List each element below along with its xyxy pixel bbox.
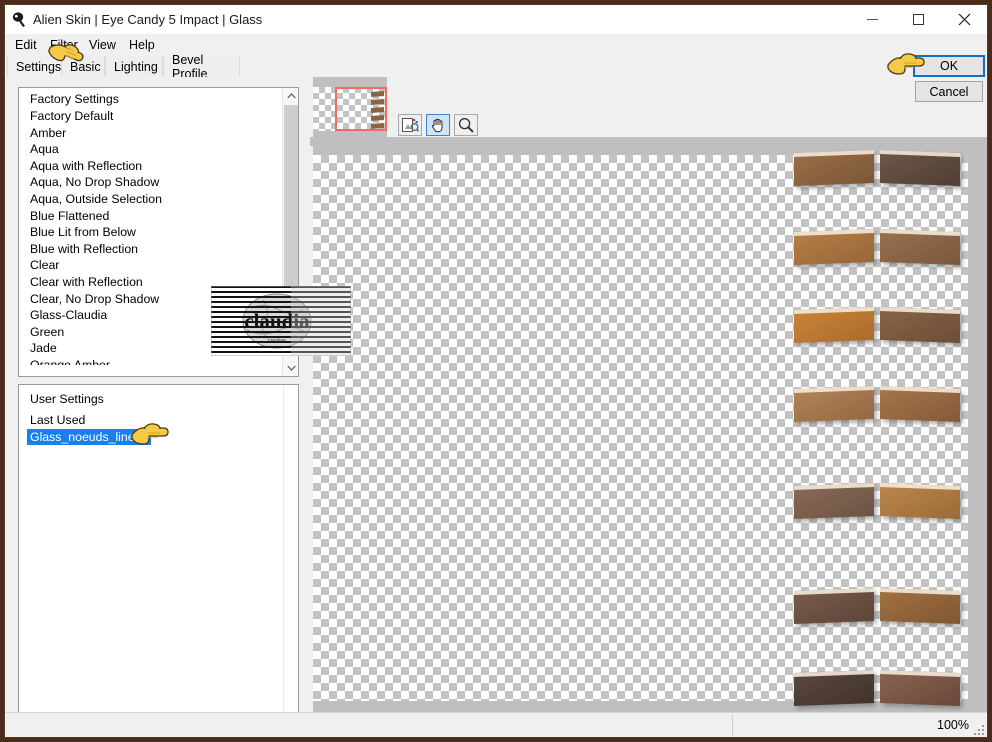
preview-toggle-icon[interactable]	[398, 114, 422, 136]
list-item[interactable]: Blue Flattened	[19, 208, 282, 225]
navigator-thumbnail[interactable]	[313, 77, 387, 139]
preview-panel: Preview Background: None	[310, 77, 987, 717]
tab-bevel-profile[interactable]: Bevel Profile	[163, 53, 240, 81]
list-item[interactable]: Aqua	[19, 141, 282, 158]
list-item[interactable]: Amber	[19, 125, 282, 142]
watermark: claudia creative	[211, 286, 351, 356]
status-bar: 100%	[5, 712, 987, 737]
ok-button[interactable]: OK	[913, 55, 985, 77]
list-header: Factory Settings	[30, 92, 119, 106]
maximize-button[interactable]	[895, 5, 941, 34]
status-separator	[732, 715, 733, 736]
thumbnail-viewport-marker[interactable]	[335, 87, 387, 131]
close-icon[interactable]	[941, 5, 987, 34]
hand-tool-icon[interactable]	[426, 114, 450, 136]
list-item[interactable]: Blue Lit from Below	[19, 224, 282, 241]
zoom-level: 100%	[937, 718, 969, 732]
list-item[interactable]: Orange Amber	[19, 357, 282, 365]
scrollbar-thumb[interactable]	[284, 105, 298, 297]
minimize-button[interactable]	[849, 5, 895, 34]
window-title: Alien Skin | Eye Candy 5 Impact | Glass	[33, 12, 263, 27]
list-item[interactable]: Aqua, No Drop Shadow	[19, 174, 282, 191]
menu-item-help[interactable]: Help	[125, 37, 159, 53]
cancel-button[interactable]: Cancel	[915, 81, 983, 102]
list-item[interactable]: Clear	[19, 257, 282, 274]
preview-top-band	[310, 137, 987, 146]
scroll-up-icon[interactable]	[283, 88, 298, 104]
app-icon	[11, 11, 28, 28]
list-item[interactable]: Aqua, Outside Selection	[19, 191, 282, 208]
tab-strip: Settings Basic Lighting Bevel Profile	[5, 53, 987, 81]
user-settings-list[interactable]: User Settings Last Used Glass_noeuds_lin…	[18, 384, 299, 737]
zoom-tool-icon[interactable]	[454, 114, 478, 136]
list-item[interactable]: Aqua with Reflection	[19, 158, 282, 175]
userbox-divider	[283, 385, 284, 737]
scroll-down-icon[interactable]	[283, 360, 298, 376]
user-settings-header: User Settings	[30, 392, 104, 406]
list-item[interactable]: Last Used	[19, 412, 298, 429]
settings-panel: Factory Settings Factory Default Amber A…	[7, 77, 311, 737]
list-item-selected[interactable]: Glass_noeuds_linette	[19, 428, 298, 446]
app-window: Alien Skin | Eye Candy 5 Impact | Glass …	[4, 4, 988, 738]
list-item[interactable]: Factory Default	[19, 108, 282, 125]
menu-item-edit[interactable]: Edit	[11, 37, 41, 53]
menu-item-filter[interactable]: Filter	[46, 37, 82, 53]
title-bar: Alien Skin | Eye Candy 5 Impact | Glass	[5, 5, 987, 35]
transparency-checker	[313, 155, 968, 701]
preview-canvas[interactable]	[313, 146, 987, 717]
selected-preset-label: Glass_noeuds_linette	[27, 428, 152, 446]
menu-item-view[interactable]: View	[85, 37, 120, 53]
tab-basic[interactable]: Basic	[61, 56, 105, 77]
menu-bar: Edit Filter View Help	[5, 34, 987, 55]
tab-lighting[interactable]: Lighting	[105, 56, 163, 77]
list-item[interactable]: Blue with Reflection	[19, 241, 282, 258]
resize-grip[interactable]	[974, 725, 985, 736]
tab-settings[interactable]: Settings	[7, 56, 61, 77]
